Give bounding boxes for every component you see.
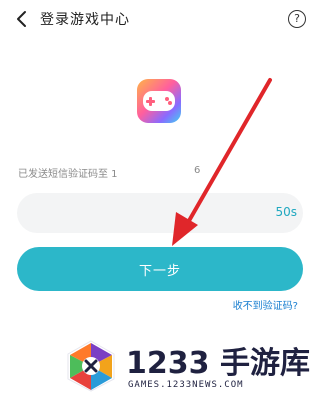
watermark-url-text: GAMES.1233NEWS.COM	[128, 380, 244, 390]
watermark-brand-text: 1233 手游库	[126, 346, 310, 381]
site-logo-icon	[67, 340, 115, 392]
